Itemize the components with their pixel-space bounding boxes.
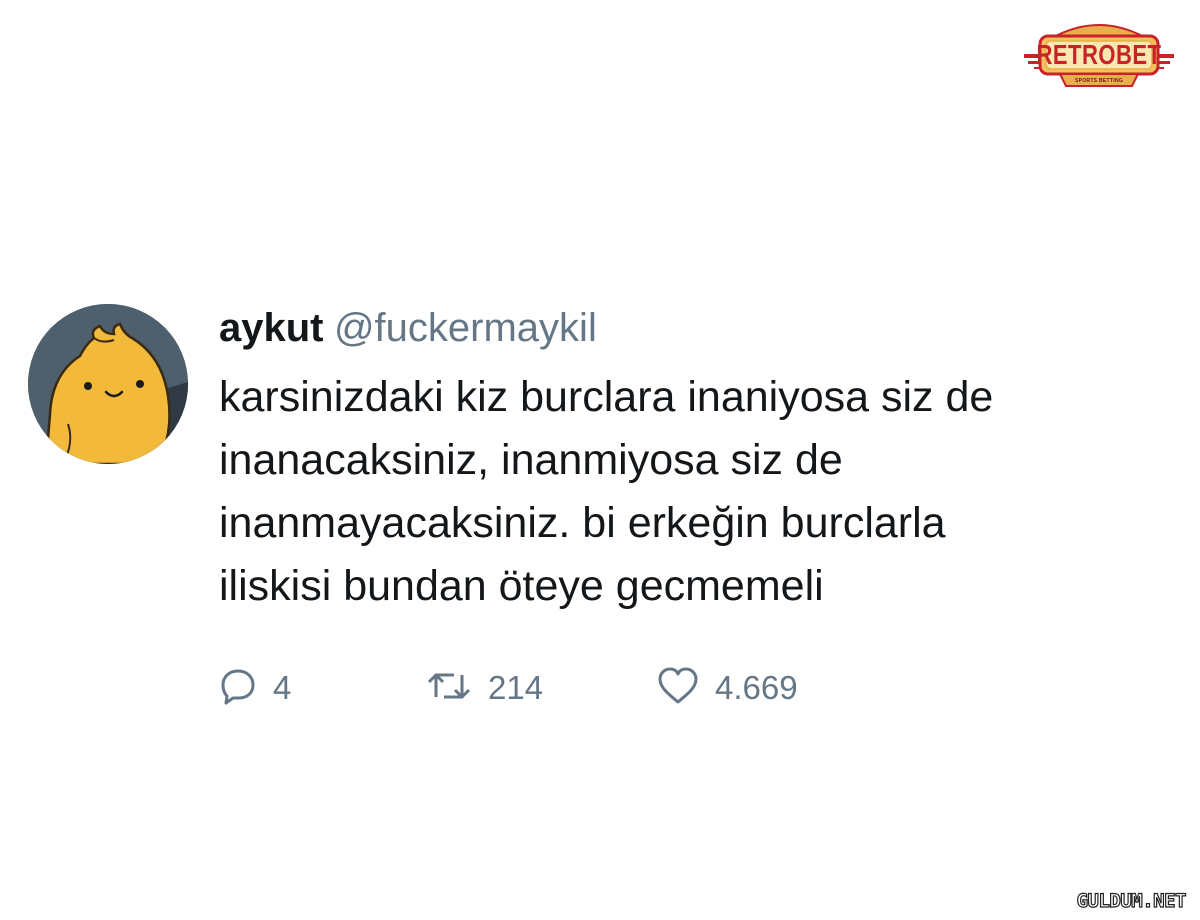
brand-tagline: SPORTS BETTING: [1074, 78, 1124, 84]
display-name[interactable]: aykut: [219, 306, 324, 350]
reply-button[interactable]: 4: [219, 666, 291, 710]
heart-icon: [657, 667, 699, 710]
tweet-text-line: iliskisi bundan öteye gecmemeli: [219, 562, 824, 610]
reply-icon: [219, 667, 257, 710]
tweet-header: aykut @fuckermaykil: [219, 300, 1169, 356]
user-handle[interactable]: @fuckermaykil: [334, 306, 597, 350]
brand-name: RETROBET: [1036, 38, 1162, 70]
like-count: 4.669: [715, 669, 798, 706]
watermark: GULDUM.NET: [1076, 889, 1187, 912]
like-button[interactable]: 4.669: [657, 666, 798, 710]
retweet-count: 214: [488, 669, 544, 706]
reply-count: 4: [273, 669, 292, 706]
retweet-button[interactable]: 214: [426, 666, 543, 710]
tweet-text-line: inanmayacaksiniz. bi erkeğin burclarla: [219, 499, 946, 547]
cartoon-chick-avatar-icon: [28, 304, 188, 464]
brand-logo: RETROBET SPORTS BETTING: [1024, 16, 1174, 92]
tweet-text-line: inanacaksiniz, inanmiyosa siz de: [219, 436, 843, 484]
tweet-actions: 4 214 4.669: [219, 666, 919, 710]
avatar[interactable]: [28, 304, 188, 464]
tweet-body: aykut @fuckermaykil karsinizdaki kiz bur…: [219, 300, 1169, 706]
retweet-icon: [426, 667, 472, 710]
tweet-text: karsinizdaki kiz burclara inaniyosa siz …: [219, 366, 1169, 618]
tweet-text-line: karsinizdaki kiz burclara inaniyosa siz …: [219, 373, 994, 421]
